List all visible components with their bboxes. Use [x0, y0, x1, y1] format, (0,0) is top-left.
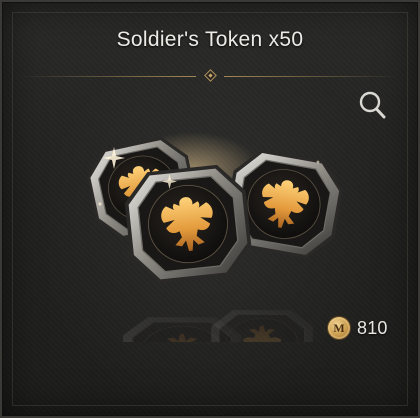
soldiers-token-image	[81, 132, 348, 342]
divider-line-right	[224, 76, 400, 77]
item-title: Soldier's Token x50	[116, 28, 304, 51]
search-icon[interactable]	[358, 90, 388, 122]
mileage-coin-icon: M	[328, 317, 350, 339]
price-value: 810	[357, 317, 388, 338]
item-card: Soldier's Token x50 M 810	[0, 0, 420, 418]
divider-line-left	[20, 76, 196, 77]
title-divider	[20, 69, 400, 82]
price-tag: M 810	[328, 316, 388, 340]
divider-diamond-ornament	[204, 69, 217, 82]
